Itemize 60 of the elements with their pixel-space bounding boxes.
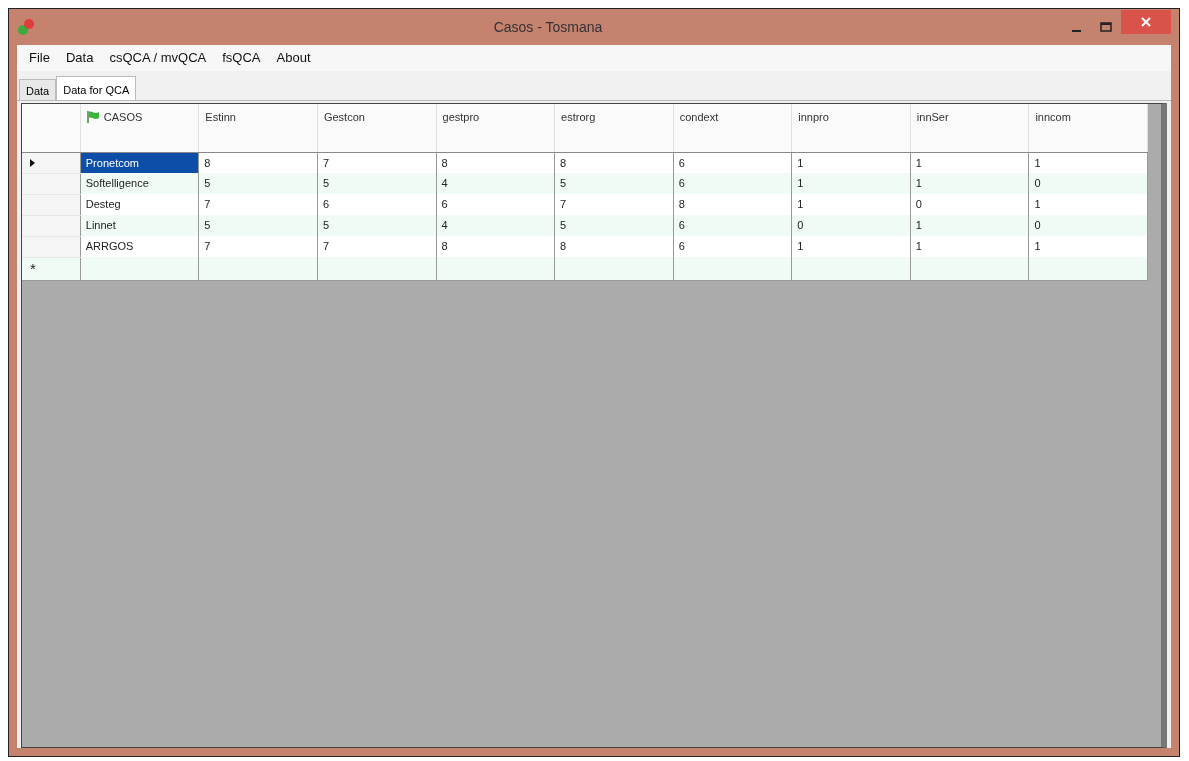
table-cell[interactable]: 5 [198,215,318,236]
column-header[interactable]: Estinn [198,104,318,152]
tab[interactable]: Data [19,79,57,100]
table-cell[interactable]: ARRGOS [80,236,199,257]
minimize-icon [1071,30,1081,32]
column-header[interactable]: condext [673,104,792,152]
table-cell[interactable]: 6 [673,173,792,194]
table-cell[interactable]: 0 [1028,215,1148,236]
table-cell[interactable]: 6 [317,194,436,215]
table-cell[interactable]: 6 [436,194,555,215]
table-cell[interactable]: 6 [673,215,792,236]
table-cell[interactable]: 5 [198,173,318,194]
close-icon [1141,17,1151,27]
column-header[interactable]: innpro [791,104,911,152]
table-cell[interactable]: 5 [554,173,674,194]
column-header[interactable]: innSer [910,104,1029,152]
menu-item[interactable]: About [268,46,319,70]
menu-item[interactable]: File [21,46,58,70]
table-cell[interactable]: 1 [910,236,1029,257]
table-cell[interactable]: 5 [554,215,674,236]
table-cell[interactable]: 7 [317,236,436,257]
new-row-marker: * [30,259,36,277]
table-cell[interactable]: 0 [1028,173,1148,194]
table-cell[interactable]: 7 [198,194,318,215]
table-cell[interactable]: 0 [791,215,911,236]
table-cell[interactable]: 1 [1028,236,1148,257]
table-cell[interactable]: 8 [673,194,792,215]
table-cell[interactable]: Desteg [80,194,199,215]
table-cell[interactable]: 1 [1028,194,1148,215]
flag-icon [86,111,100,124]
table-cell[interactable]: 4 [436,173,555,194]
table-cell[interactable]: 8 [436,236,555,257]
menu-item[interactable]: csQCA / mvQCA [101,46,215,70]
column-header[interactable]: CASOS [103,109,143,126]
window-title: Casos - Tosmana [492,17,604,37]
table-cell[interactable]: 6 [673,236,792,257]
table-cell[interactable]: 5 [317,215,436,236]
menu-item[interactable]: Data [57,46,102,70]
table-cell[interactable]: 0 [910,194,1029,215]
column-header[interactable]: estrorg [554,104,674,152]
table-cell[interactable]: 8 [554,236,674,257]
table-cell[interactable]: 1 [910,215,1029,236]
table-cell[interactable]: 7 [554,194,674,215]
table-cell[interactable]: 1 [791,236,911,257]
table-cell[interactable]: 1 [910,173,1029,194]
app-icon [17,18,35,36]
menu-item[interactable]: fsQCA [214,46,269,70]
table-cell[interactable]: 1 [791,173,911,194]
column-header[interactable]: inncom [1028,104,1148,152]
column-header[interactable]: gestpro [436,104,555,152]
column-header[interactable]: Gestcon [317,104,436,152]
tab[interactable]: Data for QCA [56,76,137,100]
table-cell[interactable]: Softelligence [80,173,199,194]
table-cell[interactable]: Linnet [80,215,199,236]
table-cell[interactable]: 7 [198,236,318,257]
close-button[interactable] [1121,10,1171,34]
table-cell[interactable]: 1 [791,194,911,215]
table-cell[interactable]: 4 [436,215,555,236]
table-cell[interactable]: 5 [317,173,436,194]
maximize-icon [1100,22,1112,32]
